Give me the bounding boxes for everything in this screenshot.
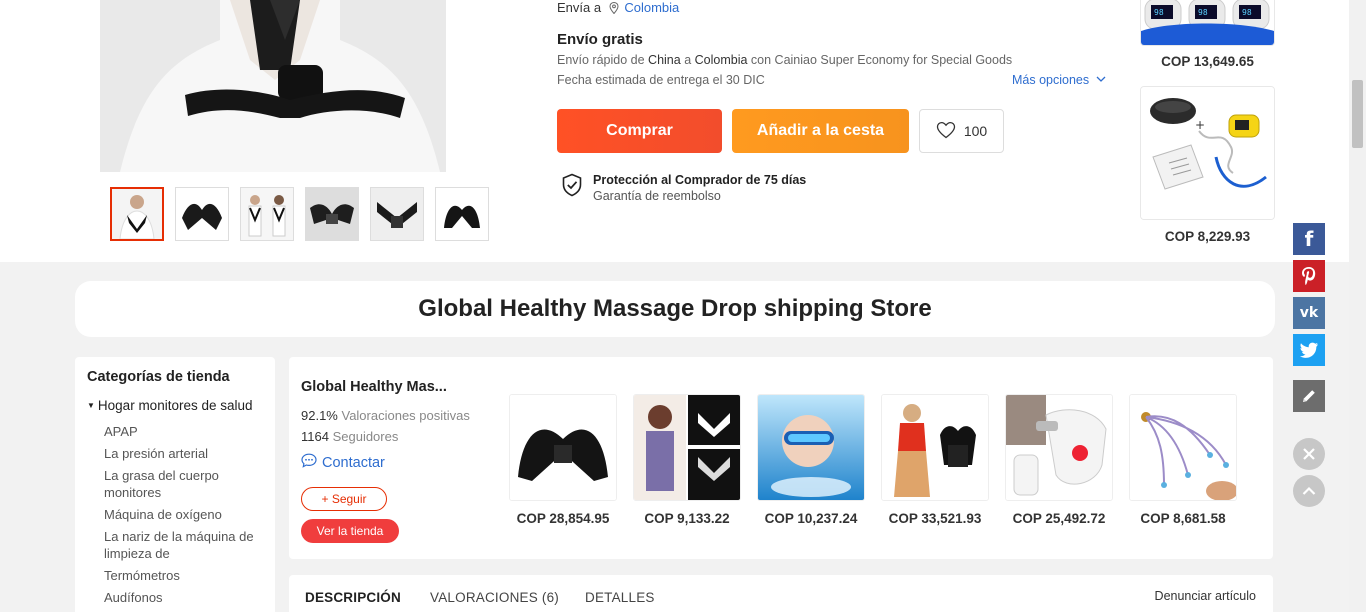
thumbnail-4[interactable] bbox=[305, 187, 359, 241]
store-rating-value: 92.1% bbox=[301, 408, 338, 423]
store-product-2[interactable]: COP 9,133.22 bbox=[633, 394, 741, 526]
pinterest-share-icon[interactable] bbox=[1293, 260, 1325, 292]
shield-check-icon bbox=[561, 173, 583, 203]
store-product-price: COP 9,133.22 bbox=[644, 511, 730, 526]
buy-now-button[interactable]: Comprar bbox=[557, 109, 722, 153]
product-main-image[interactable] bbox=[100, 0, 446, 172]
buyer-protection: Protección al Comprador de 75 días Garan… bbox=[561, 173, 806, 203]
svg-text:98: 98 bbox=[1154, 8, 1164, 17]
facebook-share-icon[interactable]: f bbox=[1293, 223, 1325, 255]
svg-text:98: 98 bbox=[1242, 8, 1252, 17]
store-categories-title: Categorías de tienda bbox=[87, 369, 230, 385]
category-item[interactable]: APAP bbox=[104, 423, 263, 440]
ship-to-country-link[interactable]: Colombia bbox=[624, 0, 679, 15]
category-item[interactable]: Audífonos bbox=[104, 589, 263, 606]
thumbnail-2[interactable] bbox=[175, 187, 229, 241]
close-icon[interactable] bbox=[1293, 438, 1325, 470]
tab-reviews[interactable]: VALORACIONES (6) bbox=[430, 590, 559, 605]
store-product-price: COP 10,237.24 bbox=[764, 511, 858, 526]
protection-subtitle: Garantía de reembolso bbox=[593, 189, 721, 203]
wishlist-count: 100 bbox=[963, 123, 988, 139]
recommended-product-2-image[interactable]: + bbox=[1140, 86, 1275, 220]
store-product-image[interactable] bbox=[1005, 394, 1113, 501]
wishlist-button[interactable]: 100 bbox=[919, 109, 1004, 153]
estimated-delivery: Fecha estimada de entrega el 30 DIC bbox=[557, 73, 765, 87]
thumbnail-strip bbox=[110, 187, 489, 241]
contact-seller-link[interactable]: Contactar bbox=[301, 453, 385, 472]
chat-bubble-icon bbox=[301, 453, 317, 472]
store-product-3[interactable]: COP 10,237.24 bbox=[757, 394, 865, 526]
ship-to: Envía a Colombia bbox=[557, 0, 679, 17]
store-name[interactable]: Global Healthy Mas... bbox=[301, 379, 447, 395]
more-options-label: Más opciones bbox=[1012, 73, 1090, 87]
recommended-product-2-price: COP 8,229.93 bbox=[1164, 229, 1251, 244]
store-product-1[interactable]: COP 28,854.95 bbox=[509, 394, 617, 526]
add-to-cart-button[interactable]: Añadir a la cesta bbox=[732, 109, 909, 153]
shipping-suffix: con Cainiao Super Economy for Special Go… bbox=[747, 53, 1013, 67]
protection-title: Protección al Comprador de 75 días bbox=[593, 173, 807, 187]
scrollbar-thumb[interactable] bbox=[1352, 80, 1363, 148]
report-item-link[interactable]: Denunciar artículo bbox=[1155, 589, 1256, 603]
store-rating: 92.1% Valoraciones positivas bbox=[301, 408, 470, 423]
category-item[interactable]: La nariz de la máquina de limpieza de bbox=[104, 528, 263, 562]
thumbnail-5[interactable] bbox=[370, 187, 424, 241]
shipping-origin: China bbox=[648, 53, 681, 67]
store-product-image[interactable] bbox=[509, 394, 617, 501]
category-parent[interactable]: ▼ Hogar monitores de salud bbox=[87, 398, 263, 413]
store-categories-panel: Categorías de tienda ▼ Hogar monitores de… bbox=[75, 357, 275, 612]
store-product-price: COP 33,521.93 bbox=[888, 511, 982, 526]
category-parent-label: Hogar monitores de salud bbox=[97, 398, 253, 413]
store-product-5[interactable]: COP 25,492.72 bbox=[1005, 394, 1113, 526]
vk-share-icon[interactable]: vk bbox=[1293, 297, 1325, 329]
svg-text:98: 98 bbox=[1198, 8, 1208, 17]
store-followers: 1164 Seguidores bbox=[301, 429, 398, 444]
shipping-mid: a bbox=[680, 53, 695, 67]
location-pin-icon bbox=[609, 1, 619, 17]
store-product-image[interactable] bbox=[633, 394, 741, 501]
follow-store-button[interactable]: + Seguir bbox=[301, 487, 387, 511]
shipping-method-text: Envío rápido de China a Colombia con Cai… bbox=[557, 53, 1012, 67]
store-followers-label: Seguidores bbox=[328, 429, 399, 444]
tab-details[interactable]: DETALLES bbox=[585, 590, 655, 605]
visit-store-button[interactable]: Ver la tienda bbox=[301, 519, 399, 543]
thumbnail-3[interactable] bbox=[240, 187, 294, 241]
store-followers-value: 1164 bbox=[301, 429, 329, 444]
store-banner-title[interactable]: Global Healthy Massage Drop shipping Sto… bbox=[75, 281, 1275, 337]
heart-icon bbox=[936, 121, 956, 142]
category-list: APAP La presión arterial La grasa del cu… bbox=[87, 423, 263, 606]
store-product-price: COP 28,854.95 bbox=[516, 511, 610, 526]
edit-pencil-icon[interactable] bbox=[1293, 380, 1325, 412]
product-top-section: Envía a Colombia Envío gratis Envío rápi… bbox=[0, 0, 1366, 262]
shipping-prefix: Envío rápido de bbox=[557, 53, 649, 67]
category-item[interactable]: La presión arterial bbox=[104, 445, 263, 462]
store-product-price: COP 25,492.72 bbox=[1012, 511, 1106, 526]
more-shipping-options-link[interactable]: Más opciones bbox=[1012, 73, 1106, 87]
chevron-down-icon bbox=[1093, 73, 1106, 87]
thumbnail-1[interactable] bbox=[110, 187, 164, 241]
category-item[interactable]: Máquina de oxígeno bbox=[104, 506, 263, 523]
thumbnail-6[interactable] bbox=[435, 187, 489, 241]
tab-description[interactable]: DESCRIPCIÓN bbox=[305, 590, 401, 605]
caret-down-icon: ▼ bbox=[87, 401, 95, 410]
store-product-image[interactable] bbox=[757, 394, 865, 501]
product-detail-tabs: DESCRIPCIÓN VALORACIONES (6) DETALLES De… bbox=[289, 575, 1273, 612]
store-product-price: COP 8,681.58 bbox=[1140, 511, 1226, 526]
svg-text:+: + bbox=[1195, 118, 1205, 132]
store-info-panel: Global Healthy Mas... 92.1% Valoraciones… bbox=[289, 357, 1273, 559]
ship-to-label: Envía a bbox=[557, 0, 602, 15]
store-product-4[interactable]: COP 33,521.93 bbox=[881, 394, 989, 526]
contact-label: Contactar bbox=[322, 454, 385, 471]
free-shipping-title: Envío gratis bbox=[557, 31, 643, 48]
recommended-product-1-image[interactable]: 98 98 98 bbox=[1140, 0, 1275, 46]
shipping-destination: Colombia bbox=[694, 53, 748, 67]
scroll-to-top-icon[interactable] bbox=[1293, 475, 1325, 507]
store-rating-label: Valoraciones positivas bbox=[337, 408, 470, 423]
store-product-image[interactable] bbox=[1129, 394, 1237, 501]
store-product-6[interactable]: COP 8,681.58 bbox=[1129, 394, 1237, 526]
category-item[interactable]: La grasa del cuerpo monitores bbox=[104, 467, 263, 501]
store-product-image[interactable] bbox=[881, 394, 989, 501]
category-item[interactable]: Termómetros bbox=[104, 567, 263, 584]
twitter-share-icon[interactable] bbox=[1293, 334, 1325, 366]
recommended-product-1-price: COP 13,649.65 bbox=[1161, 54, 1254, 69]
